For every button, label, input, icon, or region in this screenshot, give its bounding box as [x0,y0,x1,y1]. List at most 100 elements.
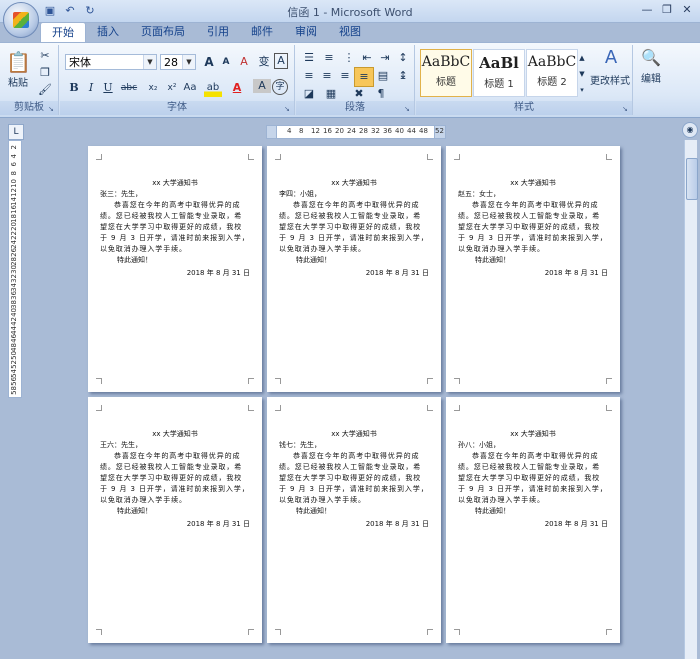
maximize-button[interactable]: ❐ [658,2,676,18]
styles-launcher-icon[interactable]: ↘ [622,105,630,113]
paste-button[interactable]: 粘贴 [4,75,32,93]
document-page[interactable]: xx 大学通知书 张三：先生， 恭喜您在今年的高考中取得优异的成绩。您已经被我校人工… [88,146,262,392]
enclose-characters-button[interactable]: 字 [272,79,288,95]
font-size-select[interactable]: 28 ▼ [160,54,196,70]
document-page[interactable]: xx 大学通知书 赵五：女士， 恭喜您在今年的高考中取得优异的成绩。您已经被我校人工… [446,146,620,392]
decrease-indent-icon[interactable]: ⇤ [358,49,376,67]
editing-button[interactable]: 编辑 [636,71,666,89]
ruler-tick: 8 [299,127,304,135]
format-painter-icon[interactable]: 🖌 [36,81,54,99]
tab-page-layout[interactable]: 页面布局 [130,22,196,42]
tab-selector[interactable]: L [8,124,24,140]
distributed-icon[interactable]: ▤ [374,67,392,85]
cut-icon[interactable]: ✂ [36,47,54,65]
shrink-font-button[interactable]: A [217,53,235,71]
letter-content[interactable]: xx 大学通知书 赵五：女士， 恭喜您在今年的高考中取得优异的成绩。您已经被我校人工… [458,178,608,279]
tab-references[interactable]: 引用 [196,22,240,42]
grow-font-button[interactable]: A [200,53,218,71]
tab-review[interactable]: 审阅 [284,22,328,42]
letter-content[interactable]: xx 大学通知书 王六：先生， 恭喜您在今年的高考中取得优异的成绩。您已经被我校人工… [100,429,250,530]
ruler-tick: 44 [407,127,416,135]
change-case-button[interactable]: Aa [181,79,199,97]
tab-insert[interactable]: 插入 [86,22,130,42]
letter-body: 恭喜您在今年的高考中取得优异的成绩。您已经被我校人工智能专业录取，希望您在大学学… [100,452,250,504]
letter-content[interactable]: xx 大学通知书 张三：先生， 恭喜您在今年的高考中取得优异的成绩。您已经被我校人工… [100,178,250,279]
ruler-tick: 32 [10,274,18,283]
ruler-tick: 40 [10,308,18,318]
copy-icon[interactable]: ❐ [36,64,54,82]
ruler-tick: 4 [287,127,292,135]
font-name-select[interactable]: 宋体 ▼ [65,54,157,70]
margin-corner-mark [275,378,281,384]
subscript-button[interactable]: x₂ [144,79,162,97]
align-left-icon[interactable]: ≡ [300,67,318,85]
editing-group: 🔍 编辑 [634,45,668,115]
tab-home[interactable]: 开始 [40,22,86,43]
letter-recipient: 赵五：女士， [458,190,500,198]
paste-icon[interactable]: 📋 [6,47,31,77]
scrollbar-thumb[interactable] [686,158,698,200]
strikethrough-button[interactable]: abc [120,79,138,97]
multilevel-list-icon[interactable]: ⋮ [340,49,358,67]
margin-corner-mark [454,154,460,160]
style-title[interactable]: AaBbC 标题 [420,49,472,97]
letter-content[interactable]: xx 大学通知书 孙八：小姐， 恭喜您在今年的高考中取得优异的成绩。您已经被我校人工… [458,429,608,530]
margin-corner-mark [248,629,254,635]
phonetic-guide-button[interactable]: 变 [255,53,273,71]
change-styles-button[interactable]: 更改样式 [588,73,632,91]
margin-corner-mark [427,629,433,635]
align-right-icon[interactable]: ≡ [336,67,354,85]
margin-corner-mark [427,405,433,411]
tab-mailings[interactable]: 邮件 [240,22,284,42]
document-page[interactable]: xx 大学通知书 李四：小姐， 恭喜您在今年的高考中取得优异的成绩。您已经被我校人工… [267,146,441,392]
margin-corner-mark [427,378,433,384]
sort-icon[interactable]: ↕ [394,49,412,67]
letter-content[interactable]: xx 大学通知书 钱七：先生， 恭喜您在今年的高考中取得优异的成绩。您已经被我校人工… [279,429,429,530]
style-heading-1[interactable]: AaBl 标题 1 [473,49,525,97]
clear-format-button[interactable]: A [235,53,253,71]
letter-closing: 特此通知！ [296,507,331,515]
letter-date: 2018 年 8 月 31 日 [365,269,429,277]
ruler-right-margin: 52 [434,125,446,139]
clipboard-launcher-icon[interactable]: ↘ [48,105,56,113]
bold-button[interactable]: B [65,79,83,97]
tab-view[interactable]: 视图 [328,22,372,42]
justify-icon[interactable]: ≡ [354,67,374,87]
document-page[interactable]: xx 大学通知书 钱七：先生， 恭喜您在今年的高考中取得优异的成绩。您已经被我校人工… [267,397,441,643]
minimize-button[interactable]: — [638,2,656,18]
document-page[interactable]: xx 大学通知书 王六：先生， 恭喜您在今年的高考中取得优异的成绩。您已经被我校人工… [88,397,262,643]
ruler-tick: 52 [435,127,444,135]
paragraph-launcher-icon[interactable]: ↘ [404,105,412,113]
ruler-tick: 36 [383,127,392,135]
office-button[interactable] [3,2,39,38]
document-page[interactable]: xx 大学通知书 孙八：小姐， 恭喜您在今年的高考中取得优异的成绩。您已经被我校人工… [446,397,620,643]
numbering-icon[interactable]: ≡ [320,49,338,67]
ruler-tick: 52 [10,360,18,369]
change-styles-icon[interactable]: A [596,49,626,67]
increase-indent-icon[interactable]: ⇥ [376,49,394,67]
underline-button[interactable]: U [99,79,117,97]
character-shading-button[interactable]: A [253,79,271,93]
style-heading-2[interactable]: AaBbC 标题 2 [526,49,578,97]
character-border-button[interactable]: A [274,53,288,69]
align-center-icon[interactable]: ≡ [318,67,336,85]
vertical-scrollbar[interactable] [684,140,698,659]
letter-content[interactable]: xx 大学通知书 李四：小姐， 恭喜您在今年的高考中取得优异的成绩。您已经被我校人工… [279,178,429,279]
vertical-ruler[interactable]: 2 4 6 8 10 12 14 16 18 20 22 24 26 28 30 32 34 36 38 40 42 44… [8,140,22,398]
styles-more-icon[interactable]: ▾ [577,81,587,99]
office-logo-icon [13,12,29,28]
horizontal-ruler[interactable]: 4 8 12 16 20 24 28 32 36 40 44 48 [276,125,436,139]
superscript-button[interactable]: x² [163,79,181,97]
find-icon[interactable]: 🔍 [640,49,662,67]
close-button[interactable]: ✕ [678,2,696,18]
highlight-button[interactable]: ab [204,79,222,97]
font-launcher-icon[interactable]: ↘ [284,105,292,113]
line-spacing-icon[interactable]: ↨ [394,67,412,85]
letter-body: 恭喜您在今年的高考中取得优异的成绩。您已经被我校人工智能专业录取，希望您在大学学… [279,452,429,504]
ruler-tick: 56 [10,377,18,387]
margin-corner-mark [96,405,102,411]
italic-button[interactable]: I [82,79,100,97]
view-ruler-icon[interactable]: ◉ [682,122,698,138]
font-color-button[interactable]: A [228,79,246,97]
bullets-icon[interactable]: ☰ [300,49,318,67]
